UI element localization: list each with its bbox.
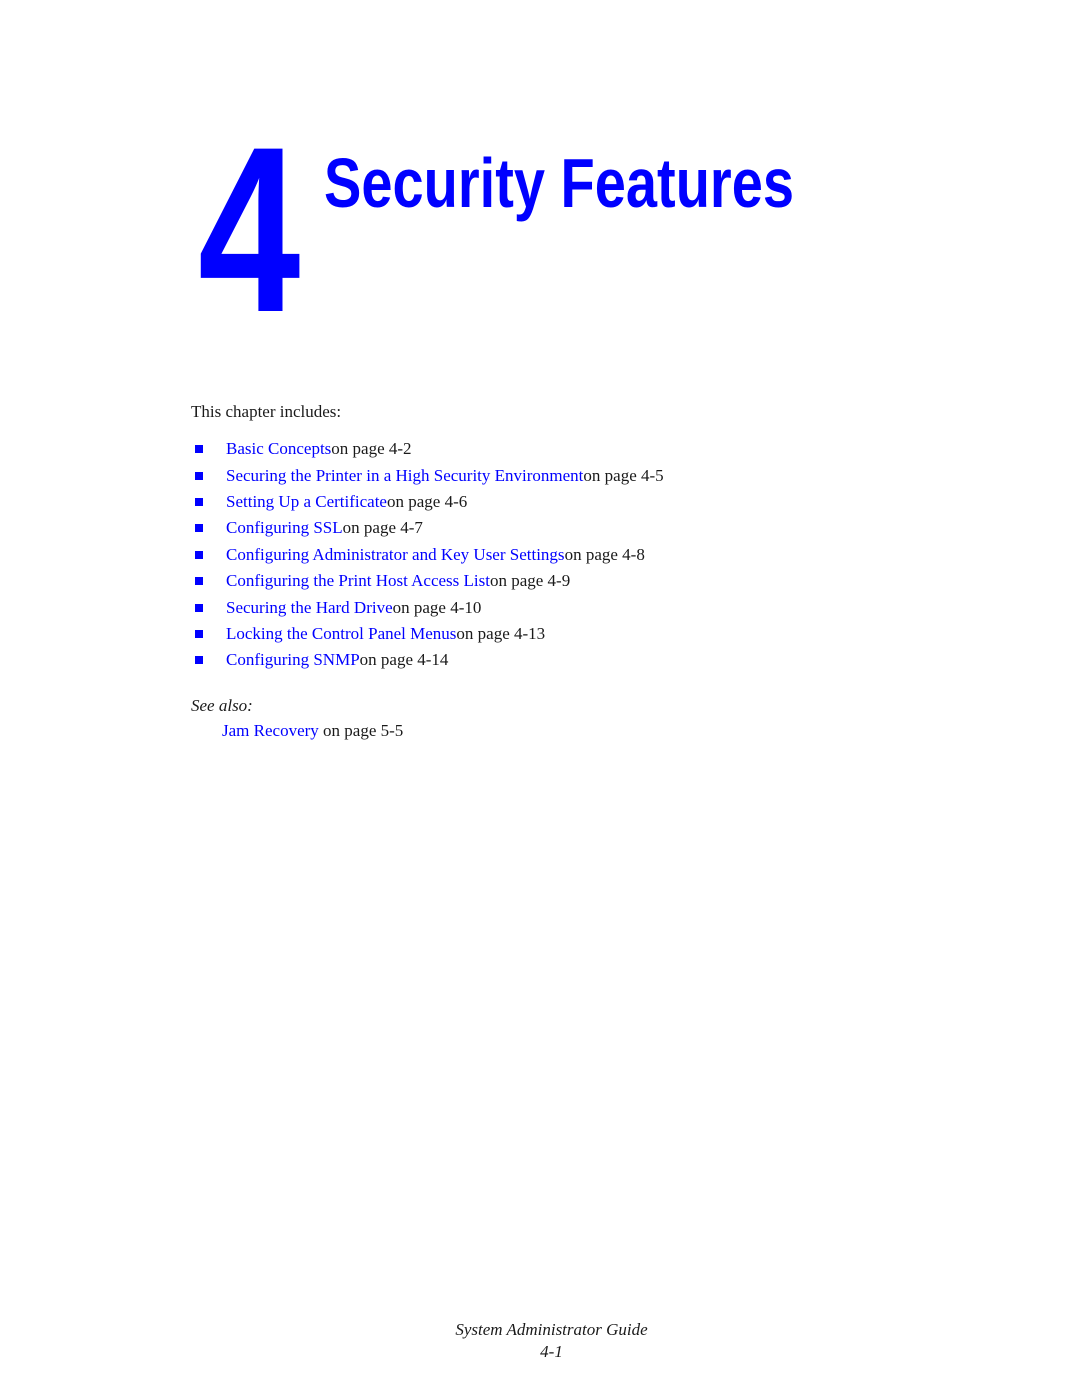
square-bullet-icon [195, 445, 203, 454]
square-bullet-icon [195, 524, 203, 533]
see-also-item: Jam Recovery on page 5-5 [222, 721, 403, 741]
page-reference: on page 4-13 [456, 623, 546, 643]
square-bullet-icon [195, 497, 203, 506]
page-number: 4-1 [540, 1342, 563, 1361]
guide-title: System Administrator Guide [455, 1320, 648, 1339]
toc-link-administrator-key-user[interactable]: Configuring Administrator and Key User S… [226, 545, 565, 565]
see-also-link-jam-recovery[interactable]: Jam Recovery [222, 721, 319, 740]
list-item: Configuring Administrator and Key User S… [191, 542, 664, 568]
square-bullet-icon [195, 603, 203, 612]
page-reference: on page 5-5 [318, 721, 404, 740]
list-item: Configuring SNMP on page 4-14 [191, 647, 664, 673]
square-bullet-icon [195, 577, 203, 586]
page-reference: on page 4-8 [564, 544, 645, 564]
list-item: Configuring SSL on page 4-7 [191, 515, 664, 541]
chapter-contents-list: Basic Concepts on page 4-2 Securing the … [191, 436, 664, 674]
intro-text: This chapter includes: [191, 402, 342, 421]
square-bullet-icon [195, 629, 203, 638]
page-reference: on page 4-6 [386, 491, 468, 511]
list-item: Securing the Printer in a High Security … [191, 462, 664, 488]
see-also-label: See also: [191, 696, 253, 715]
toc-link-setting-up-certificate[interactable]: Setting Up a Certificate [226, 492, 387, 512]
toc-link-configuring-snmp[interactable]: Configuring SNMP [226, 650, 360, 670]
toc-link-high-security-environment[interactable]: Securing the Printer in a High Security … [226, 466, 583, 486]
toc-link-locking-control-panel[interactable]: Locking the Control Panel Menus [226, 624, 456, 644]
page-reference: on page 4-14 [359, 650, 449, 670]
square-bullet-icon [195, 550, 203, 559]
page-reference: on page 4-2 [331, 439, 412, 459]
list-item: Setting Up a Certificate on page 4-6 [191, 489, 664, 515]
square-bullet-icon [195, 471, 203, 480]
page-footer: System Administrator Guide 4-1 [0, 1319, 1080, 1363]
toc-link-configuring-ssl[interactable]: Configuring SSL [226, 518, 343, 538]
toc-link-securing-hard-drive[interactable]: Securing the Hard Drive [226, 598, 393, 618]
page-reference: on page 4-10 [392, 597, 482, 617]
toc-link-basic-concepts[interactable]: Basic Concepts [226, 439, 331, 459]
page-reference: on page 4-7 [342, 518, 423, 538]
list-item: Basic Concepts on page 4-2 [191, 436, 664, 462]
page-reference: on page 4-9 [489, 571, 571, 591]
chapter-number: 4 [198, 98, 300, 362]
list-item: Securing the Hard Drive on page 4-10 [191, 594, 664, 620]
page-reference: on page 4-5 [583, 465, 664, 485]
list-item: Configuring the Print Host Access List o… [191, 568, 664, 594]
chapter-title: Security Features [324, 144, 794, 222]
square-bullet-icon [195, 656, 203, 665]
toc-link-print-host-access-list[interactable]: Configuring the Print Host Access List [226, 571, 490, 591]
list-item: Locking the Control Panel Menus on page … [191, 621, 664, 647]
